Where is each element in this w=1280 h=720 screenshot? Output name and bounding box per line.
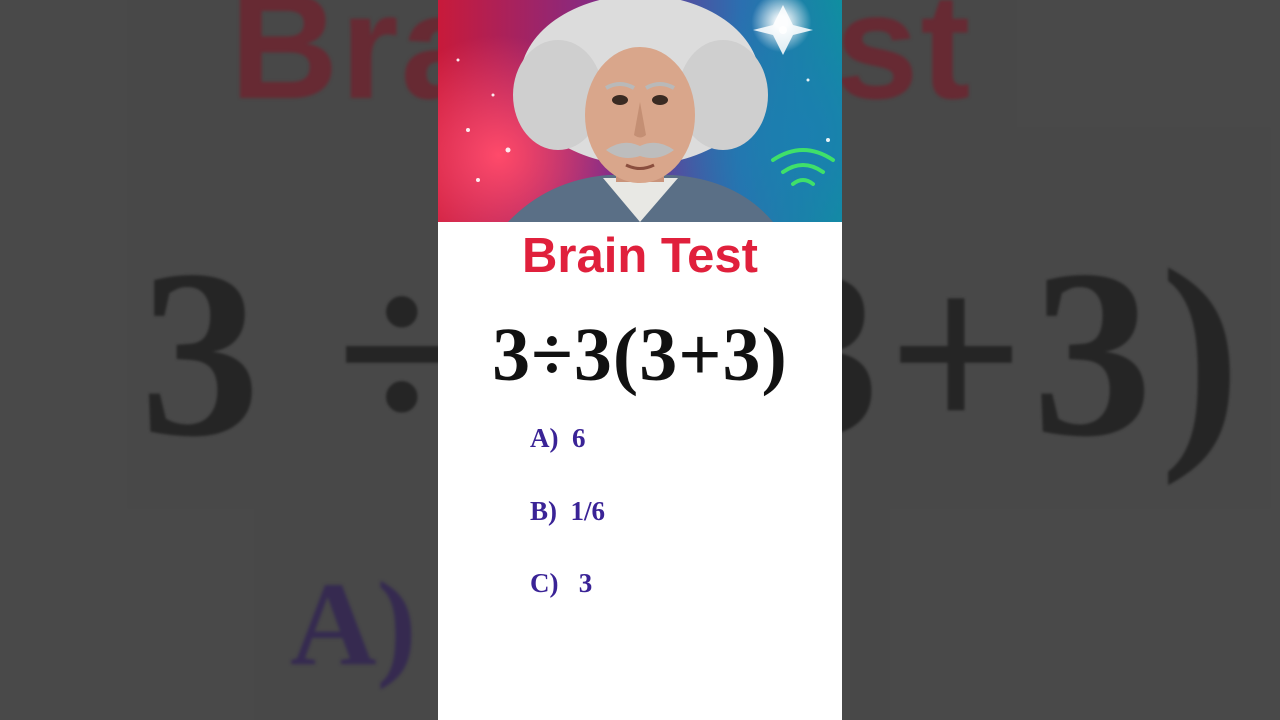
- option-a[interactable]: A) 6: [530, 423, 586, 454]
- portrait-image: [438, 0, 842, 222]
- page-title: Brain Test: [522, 229, 758, 283]
- option-value: 1/6: [570, 496, 606, 526]
- option-letter: C): [530, 568, 559, 598]
- math-equation: 3÷3(3+3): [492, 313, 788, 397]
- option-value: 3: [578, 568, 593, 598]
- option-value: 6: [572, 423, 586, 453]
- option-letter: B): [530, 496, 557, 526]
- portrait-illustration-icon: [456, 0, 835, 222]
- option-b[interactable]: B) 1/6: [530, 496, 605, 527]
- quiz-card: Brain Test 3÷3(3+3) A) 6 B) 1/6 C) 3: [438, 0, 842, 720]
- option-c[interactable]: C) 3: [530, 568, 592, 599]
- option-letter: A): [530, 423, 559, 453]
